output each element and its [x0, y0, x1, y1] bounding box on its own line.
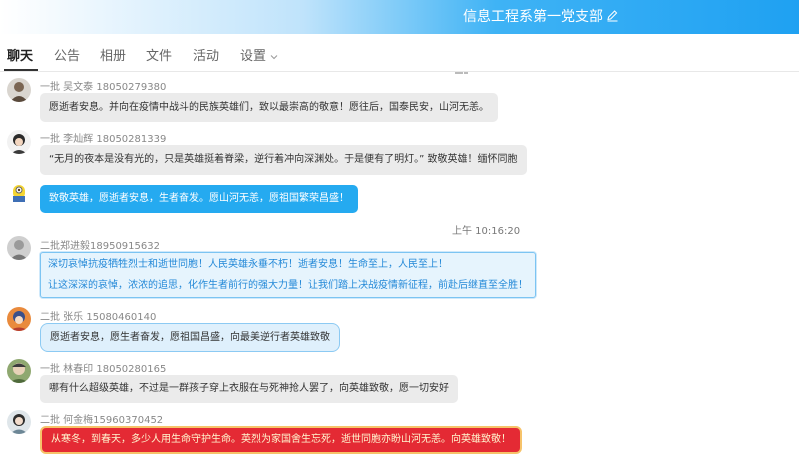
avatar[interactable]: [7, 359, 31, 383]
message-text: 从寒冬，到春天，多少人用生命守护生命。英烈为家国舍生忘死，逝世同胞亦盼山河无恙。…: [51, 434, 511, 445]
avatar[interactable]: [7, 410, 31, 434]
active-tab-indicator: [4, 69, 38, 71]
sender-name: 二批 何金梅15960370452: [40, 415, 164, 426]
message-bubble[interactable]: 哪有什么超级英雄，不过是一群孩子穿上衣服在与死神抢人罢了，向英雄致敬，愿一切安好: [40, 375, 458, 403]
tab-files[interactable]: 文件: [146, 45, 172, 64]
edit-icon[interactable]: [606, 9, 619, 22]
avatar[interactable]: [7, 236, 31, 260]
tab-bar: 聊天 公告 相册 文件 活动 设置: [0, 34, 799, 72]
sender-name: 二批 张乐 15080460140: [40, 312, 157, 323]
avatar-character-icon: [7, 359, 31, 383]
tab-settings[interactable]: 设置: [240, 45, 279, 64]
group-title: 信息工程系第一党支部: [463, 9, 603, 25]
message-text: 愿逝者安息。并向在疫情中战斗的民族英雄们，致以最崇高的敬意！愿往后，国泰民安，山…: [49, 101, 489, 113]
avatar-woman-icon: [7, 410, 31, 434]
message-text: “无月的夜本是没有光的，只是英雄挺着脊梁，逆行着冲向深渊处。于是便有了明灯。” …: [49, 154, 518, 165]
message-bubble[interactable]: 愿逝者安息。并向在疫情中战斗的民族英雄们，致以最崇高的敬意！愿往后，国泰民安，山…: [40, 93, 498, 122]
group-header: 信息工程系第一党支部: [0, 0, 799, 34]
avatar[interactable]: [7, 130, 31, 154]
message-bubble[interactable]: 致敬英雄，愿逝者安息，生者奋发。愿山河无恙，愿祖国繁荣昌盛！: [40, 185, 358, 213]
message-text: 哪有什么超级英雄，不过是一群孩子穿上衣服在与死神抢人罢了，向英雄致敬，愿一切安好: [49, 383, 449, 394]
message-bubble[interactable]: 愿逝者安息，愿生者奋发，愿祖国昌盛，向最美逆行者英雄致敬: [40, 323, 340, 352]
tab-chat[interactable]: 聊天: [7, 45, 33, 64]
avatar[interactable]: [7, 181, 31, 205]
sender-name: 一批 李灿辉 18050281339: [40, 134, 167, 145]
message-bubble[interactable]: 深切哀悼抗疫牺牲烈士和逝世同胞！人民英雄永垂不朽！逝者安息！生命至上，人民至上！…: [40, 252, 536, 298]
message-text: 致敬英雄，愿逝者安息，生者奋发。愿山河无恙，愿祖国繁荣昌盛！: [49, 193, 349, 204]
message-text-line-1: 深切哀悼抗疫牺牲烈士和逝世同胞！人民英雄永垂不朽！逝者安息！生命至上，人民至上！: [48, 259, 448, 270]
chevron-down-icon: [270, 54, 278, 59]
message-bubble[interactable]: “无月的夜本是没有光的，只是英雄挺着脊梁，逆行着冲向深渊处。于是便有了明灯。” …: [40, 145, 527, 175]
tab-activity[interactable]: 活动: [193, 45, 219, 64]
tab-announcement[interactable]: 公告: [54, 45, 80, 64]
sender-name: 一批 吴文泰 18050279380: [40, 82, 167, 93]
avatar-anime-icon: [7, 307, 31, 331]
chat-area[interactable]: 一批 吴文泰 18050279380 愿逝者安息。并向在疫情中战斗的民族英雄们，…: [0, 72, 799, 455]
sender-name: 二批郑进毅18950915632: [40, 241, 160, 252]
tab-settings-label: 设置: [240, 49, 267, 64]
scroll-indicator: [455, 72, 463, 74]
scroll-indicator-tail: [464, 72, 468, 74]
avatar-cartoon-icon: [7, 130, 31, 154]
avatar[interactable]: [7, 78, 31, 102]
message-text: 愿逝者安息，愿生者奋发，愿祖国昌盛，向最美逆行者英雄致敬: [50, 331, 330, 343]
avatar-man-icon: [7, 78, 31, 102]
avatar-minion-icon: [7, 181, 31, 205]
message-text-line-2: 让这深深的哀悼，浓浓的追思，化作生者前行的强大力量！让我们踏上决战疫情新征程，前…: [48, 280, 528, 291]
tab-album[interactable]: 相册: [100, 45, 126, 64]
sender-name: 一批 林春印 18050280165: [40, 364, 167, 375]
avatar[interactable]: [7, 307, 31, 331]
avatar-portrait-icon: [7, 236, 31, 260]
message-bubble[interactable]: 从寒冬，到春天，多少人用生命守护生命。英烈为家国舍生忘死，逝世同胞亦盼山河无恙。…: [40, 426, 522, 454]
message-timestamp: 上午 10:16:20: [452, 226, 521, 237]
